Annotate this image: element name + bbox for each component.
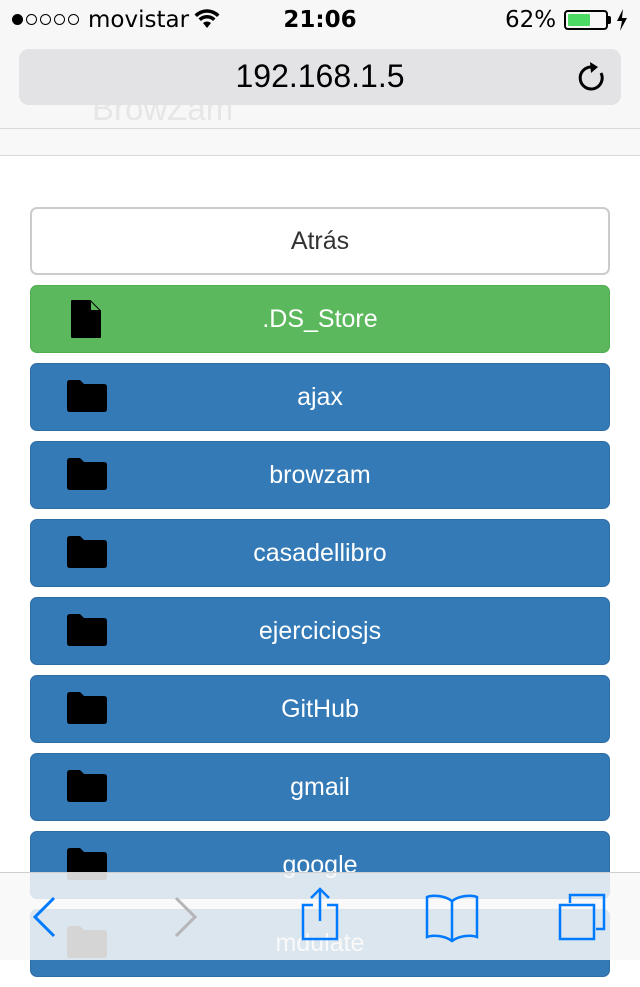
list-item-label: GitHub <box>281 694 359 723</box>
battery-icon <box>564 10 608 30</box>
file-list: Atrás .DS_Storeajax browzam casadellibro ej… <box>30 207 610 987</box>
url-text: 192.168.1.5 <box>235 58 405 94</box>
list-item[interactable]: gmail <box>30 753 610 821</box>
back-arrow-icon[interactable] <box>30 895 58 944</box>
page-navbar <box>0 128 640 156</box>
tabs-icon[interactable] <box>556 891 608 948</box>
back-button-label: Atrás <box>290 226 350 255</box>
list-item-label: ajax <box>297 382 343 411</box>
battery-percentage: 62% <box>505 7 557 33</box>
list-item[interactable]: browzam <box>30 441 610 509</box>
forward-arrow-icon[interactable] <box>172 895 200 944</box>
folder-icon <box>65 612 109 655</box>
list-item-label: browzam <box>269 460 371 489</box>
list-item-label: gmail <box>290 772 350 801</box>
status-bar: movistar 21:06 62% <box>0 0 640 40</box>
back-button[interactable]: Atrás <box>30 207 610 275</box>
share-icon[interactable] <box>299 887 341 946</box>
list-item[interactable]: GitHub <box>30 675 610 743</box>
list-item-label: .DS_Store <box>262 304 378 333</box>
folder-icon <box>65 534 109 577</box>
list-item-label: casadellibro <box>253 538 387 567</box>
list-item[interactable]: ejerciciosjs <box>30 597 610 665</box>
folder-icon <box>65 378 109 421</box>
list-item[interactable]: .DS_Store <box>30 285 610 353</box>
folder-icon <box>65 456 109 499</box>
list-item-label: ejerciciosjs <box>258 616 382 645</box>
list-item[interactable]: ajax <box>30 363 610 431</box>
reload-icon[interactable] <box>577 61 607 98</box>
file-icon <box>69 298 103 347</box>
charging-bolt-icon <box>616 9 628 35</box>
battery-nub <box>608 16 611 24</box>
bookmarks-icon[interactable] <box>424 893 480 948</box>
battery-fill <box>568 14 590 26</box>
address-bar[interactable]: 192.168.1.5 <box>19 49 621 105</box>
list-item[interactable]: casadellibro <box>30 519 610 587</box>
folder-icon <box>65 768 109 811</box>
safari-toolbar <box>0 872 640 960</box>
folder-icon <box>65 690 109 733</box>
